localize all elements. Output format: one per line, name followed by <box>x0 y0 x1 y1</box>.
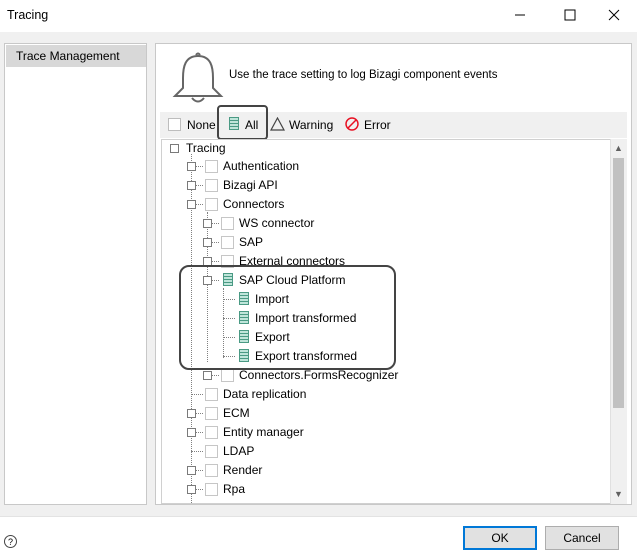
minimize-button[interactable] <box>503 4 537 26</box>
collapse-icon[interactable] <box>170 144 179 153</box>
scroll-down-icon[interactable]: ▼ <box>612 488 625 501</box>
empty-checkbox-icon <box>168 118 181 131</box>
cancel-button[interactable]: Cancel <box>545 526 619 550</box>
tree-item-entity-manager[interactable]: Entity manager <box>223 423 304 442</box>
tree-item-ws-connector[interactable]: WS connector <box>239 214 314 233</box>
maximize-icon <box>564 9 576 21</box>
filter-error[interactable]: Error <box>364 118 391 132</box>
tree-line <box>191 451 203 452</box>
left-navigation: Trace Management <box>4 43 147 505</box>
filter-all-highlight <box>217 105 268 140</box>
expand-icon[interactable] <box>187 409 196 418</box>
maximize-button[interactable] <box>553 4 587 26</box>
collapse-icon[interactable] <box>187 200 196 209</box>
tree-item-bizagi-api[interactable]: Bizagi API <box>223 176 278 195</box>
bell-icon <box>172 52 224 103</box>
trace-description: Use the trace setting to log Bizagi comp… <box>229 69 498 81</box>
expand-icon[interactable] <box>187 485 196 494</box>
filter-warning[interactable]: Warning <box>289 118 333 132</box>
tree-item-ldap[interactable]: LDAP <box>223 442 254 461</box>
tree-item-authentication[interactable]: Authentication <box>223 157 299 176</box>
tree-item-connectors[interactable]: Connectors <box>223 195 284 214</box>
error-circle-icon <box>345 117 359 131</box>
tree-checkbox[interactable] <box>205 388 218 401</box>
tree-checkbox[interactable] <box>205 198 218 211</box>
tree-checkbox[interactable] <box>205 179 218 192</box>
expand-icon[interactable] <box>203 371 212 380</box>
title-bar: Tracing <box>0 0 637 32</box>
tree-checkbox[interactable] <box>205 407 218 420</box>
close-icon <box>608 9 620 21</box>
dialog-footer <box>0 516 637 552</box>
expand-icon[interactable] <box>187 181 196 190</box>
scroll-up-icon[interactable]: ▲ <box>612 142 625 155</box>
tree-checkbox[interactable] <box>205 483 218 496</box>
expand-icon[interactable] <box>203 219 212 228</box>
close-button[interactable] <box>597 4 631 26</box>
help-icon[interactable]: ? <box>4 535 17 548</box>
tree-checkbox[interactable] <box>205 426 218 439</box>
scrollbar-thumb[interactable] <box>613 158 624 408</box>
sap-cloud-platform-highlight <box>179 265 396 370</box>
tree-item-render[interactable]: Render <box>223 461 262 480</box>
minimize-icon <box>515 14 525 16</box>
tree-item-data-replication[interactable]: Data replication <box>223 385 306 404</box>
window-title: Tracing <box>7 8 49 22</box>
tree-line <box>191 394 203 395</box>
warning-triangle-icon <box>270 117 285 131</box>
expand-icon[interactable] <box>187 162 196 171</box>
ok-button[interactable]: OK <box>463 526 537 550</box>
expand-icon[interactable] <box>187 466 196 475</box>
tree-checkbox[interactable] <box>221 217 234 230</box>
filter-none[interactable]: None <box>187 118 216 132</box>
tree-checkbox[interactable] <box>221 369 234 382</box>
tree-item-rpa[interactable]: Rpa <box>223 480 245 499</box>
tree-checkbox[interactable] <box>221 236 234 249</box>
tree-checkbox[interactable] <box>205 160 218 173</box>
tree-root-tracing[interactable]: Tracing <box>186 140 226 158</box>
tree-checkbox[interactable] <box>205 464 218 477</box>
expand-icon[interactable] <box>203 238 212 247</box>
tree-item-ecm[interactable]: ECM <box>223 404 250 423</box>
tree-checkbox[interactable] <box>205 445 218 458</box>
tree-item-sap[interactable]: SAP <box>239 233 263 252</box>
nav-item-trace-management[interactable]: Trace Management <box>6 45 146 67</box>
expand-icon[interactable] <box>187 428 196 437</box>
